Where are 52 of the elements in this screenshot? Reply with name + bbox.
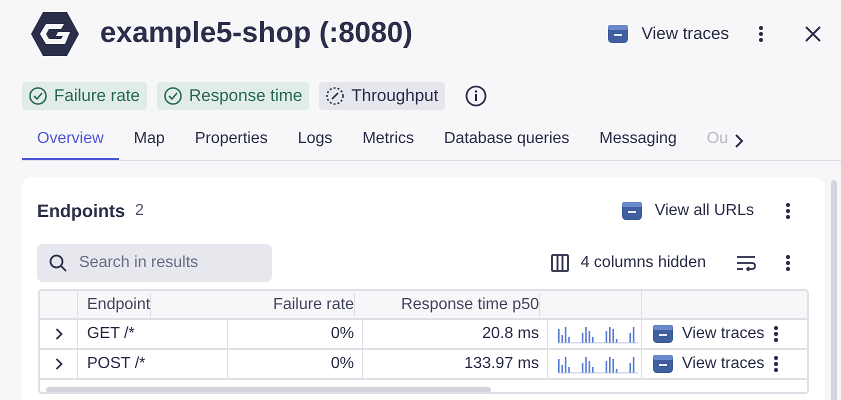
logo-icon [30, 10, 80, 58]
tray-icon [652, 354, 674, 374]
more-menu-button[interactable] [786, 203, 790, 219]
next-tabs-button[interactable] [734, 132, 744, 148]
table-cell-text: 20.8 ms [482, 324, 539, 344]
hidden-columns-button[interactable]: 4 columns hidden [550, 251, 706, 275]
table-cell-text: 133.97 ms [464, 354, 539, 374]
tab[interactable]: Metrics [347, 120, 429, 160]
close-button[interactable] [805, 26, 821, 42]
check-circle-icon [164, 87, 182, 105]
tray-icon [620, 201, 643, 221]
status-chip: Response time [156, 82, 310, 110]
tray-icon [652, 324, 674, 344]
dashed-circle-icon [326, 87, 344, 105]
table-cell-text: 0% [330, 324, 354, 344]
line-wrap-button[interactable] [736, 255, 756, 271]
item-count: 2 [135, 201, 144, 221]
column-header[interactable]: Endpoint [87, 292, 152, 316]
horizontal-scrollbar[interactable] [46, 387, 491, 392]
view-traces-button[interactable]: View traces [652, 352, 764, 376]
column-header[interactable]: Failure rate [273, 292, 355, 316]
section-title: Endpoints [37, 200, 125, 223]
view-traces-button[interactable]: View traces [652, 322, 764, 346]
tray-icon [607, 24, 630, 44]
view-all-urls-button[interactable]: View all URLs [620, 199, 754, 223]
tab[interactable]: Database queries [429, 120, 584, 160]
table-cell-text: GET /* [87, 324, 135, 344]
expand-row-button[interactable] [54, 328, 62, 340]
columns-icon [550, 254, 569, 272]
tab[interactable]: Logs [282, 120, 348, 160]
tab[interactable]: Overview [22, 120, 119, 160]
tab[interactable]: Messaging [584, 120, 692, 160]
column-header[interactable]: Response time p50 [401, 292, 540, 316]
more-menu-button[interactable] [757, 26, 765, 42]
info-icon [465, 85, 488, 107]
tab[interactable]: Properties [180, 120, 283, 160]
scrollbar[interactable] [831, 180, 837, 400]
view-traces-button[interactable]: View traces [607, 21, 729, 47]
status-chip: Throughput [319, 82, 446, 110]
tab[interactable]: Map [118, 120, 180, 160]
more-menu-button[interactable] [774, 326, 778, 342]
check-circle-icon [29, 87, 47, 105]
more-menu-button[interactable] [774, 356, 778, 372]
more-menu-button[interactable] [786, 255, 790, 271]
chevron-right-icon [734, 132, 744, 148]
search-icon [49, 254, 67, 272]
page-title: example5-shop (:8080) [100, 16, 413, 52]
expand-row-button[interactable] [54, 358, 62, 370]
search-field[interactable]: Search in results [37, 244, 272, 282]
table-cell-text: POST /* [87, 354, 146, 374]
table-cell-text: 0% [330, 354, 354, 374]
status-chip: Failure rate [22, 82, 147, 110]
